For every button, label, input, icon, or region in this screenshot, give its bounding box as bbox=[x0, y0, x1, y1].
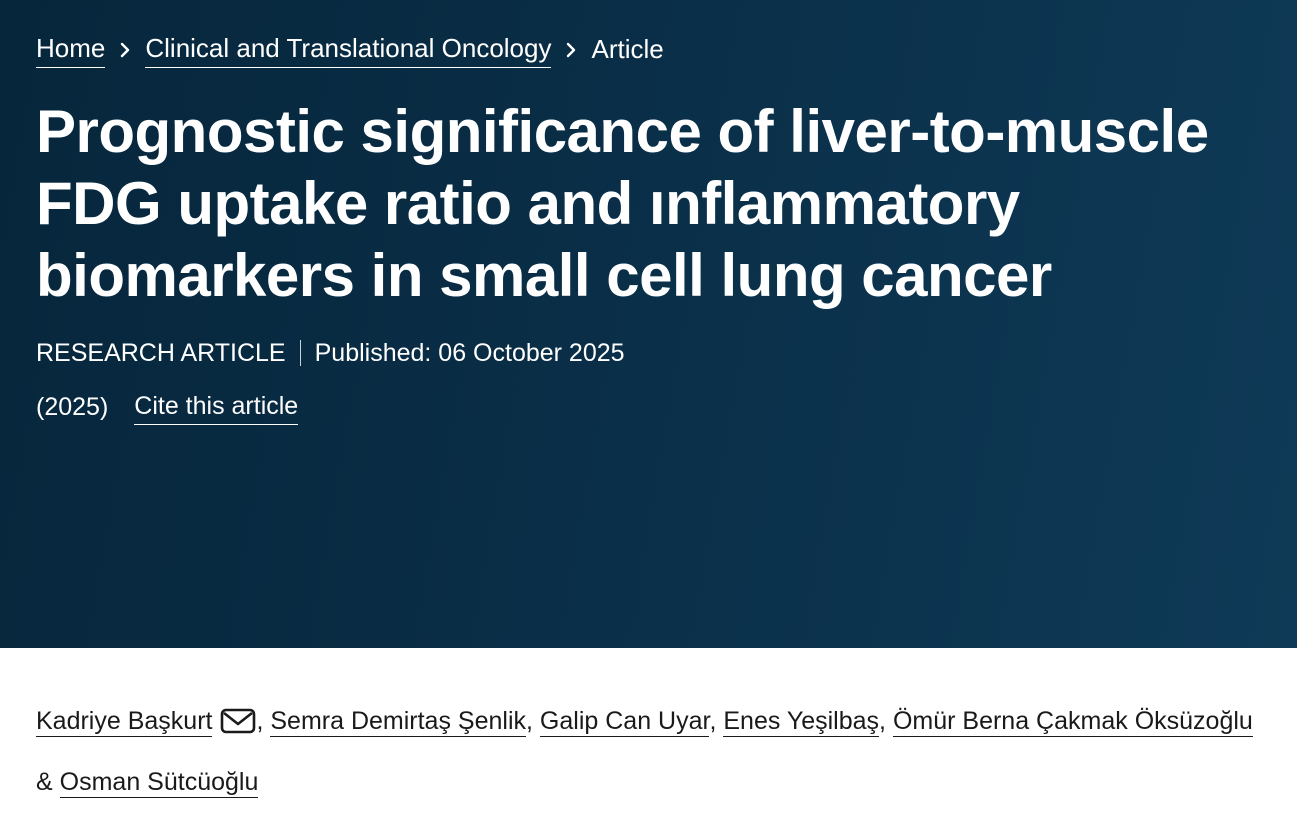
chevron-right-icon bbox=[565, 31, 577, 67]
breadcrumb-current: Article bbox=[591, 34, 664, 64]
author-ampersand: & bbox=[36, 768, 53, 796]
author-link[interactable]: Ömür Berna Çakmak Öksüzoğlu bbox=[892, 707, 1253, 737]
author-separator: , bbox=[526, 707, 533, 735]
article-meta: RESEARCH ARTICLE Published: 06 October 2… bbox=[36, 336, 625, 370]
breadcrumb: Home Clinical and Translational Oncology… bbox=[36, 30, 664, 68]
author-link[interactable]: Osman Sütcüoğlu bbox=[59, 768, 259, 798]
article-hero: Home Clinical and Translational Oncology… bbox=[0, 0, 1297, 648]
mail-icon[interactable] bbox=[220, 700, 256, 755]
author-link[interactable]: Semra Demirtaş Şenlik bbox=[270, 707, 527, 737]
citation-row: (2025) Cite this article bbox=[36, 389, 299, 425]
published-date: Published: 06 October 2025 bbox=[314, 339, 625, 367]
breadcrumb-journal-link[interactable]: Clinical and Translational Oncology bbox=[145, 30, 552, 68]
cite-this-article-link[interactable]: Cite this article bbox=[134, 389, 299, 425]
author-link[interactable]: Galip Can Uyar bbox=[539, 707, 710, 737]
article-type: RESEARCH ARTICLE bbox=[36, 339, 286, 367]
author-separator: , bbox=[256, 707, 264, 735]
author-link[interactable]: Enes Yeşilbaş bbox=[723, 707, 880, 737]
chevron-right-icon bbox=[119, 31, 131, 67]
breadcrumb-home-link[interactable]: Home bbox=[36, 30, 106, 68]
article-title: Prognostic significance of liver-to-musc… bbox=[36, 98, 1209, 309]
meta-divider bbox=[299, 340, 301, 366]
article-year: (2025) bbox=[36, 393, 109, 421]
author-link[interactable]: Kadriye Başkurt bbox=[36, 707, 213, 737]
author-separator: , bbox=[709, 707, 717, 735]
author-list: Kadriye Başkurt, Semra Demirtaş Şenlik, … bbox=[36, 694, 1276, 810]
author-separator: , bbox=[879, 707, 886, 735]
